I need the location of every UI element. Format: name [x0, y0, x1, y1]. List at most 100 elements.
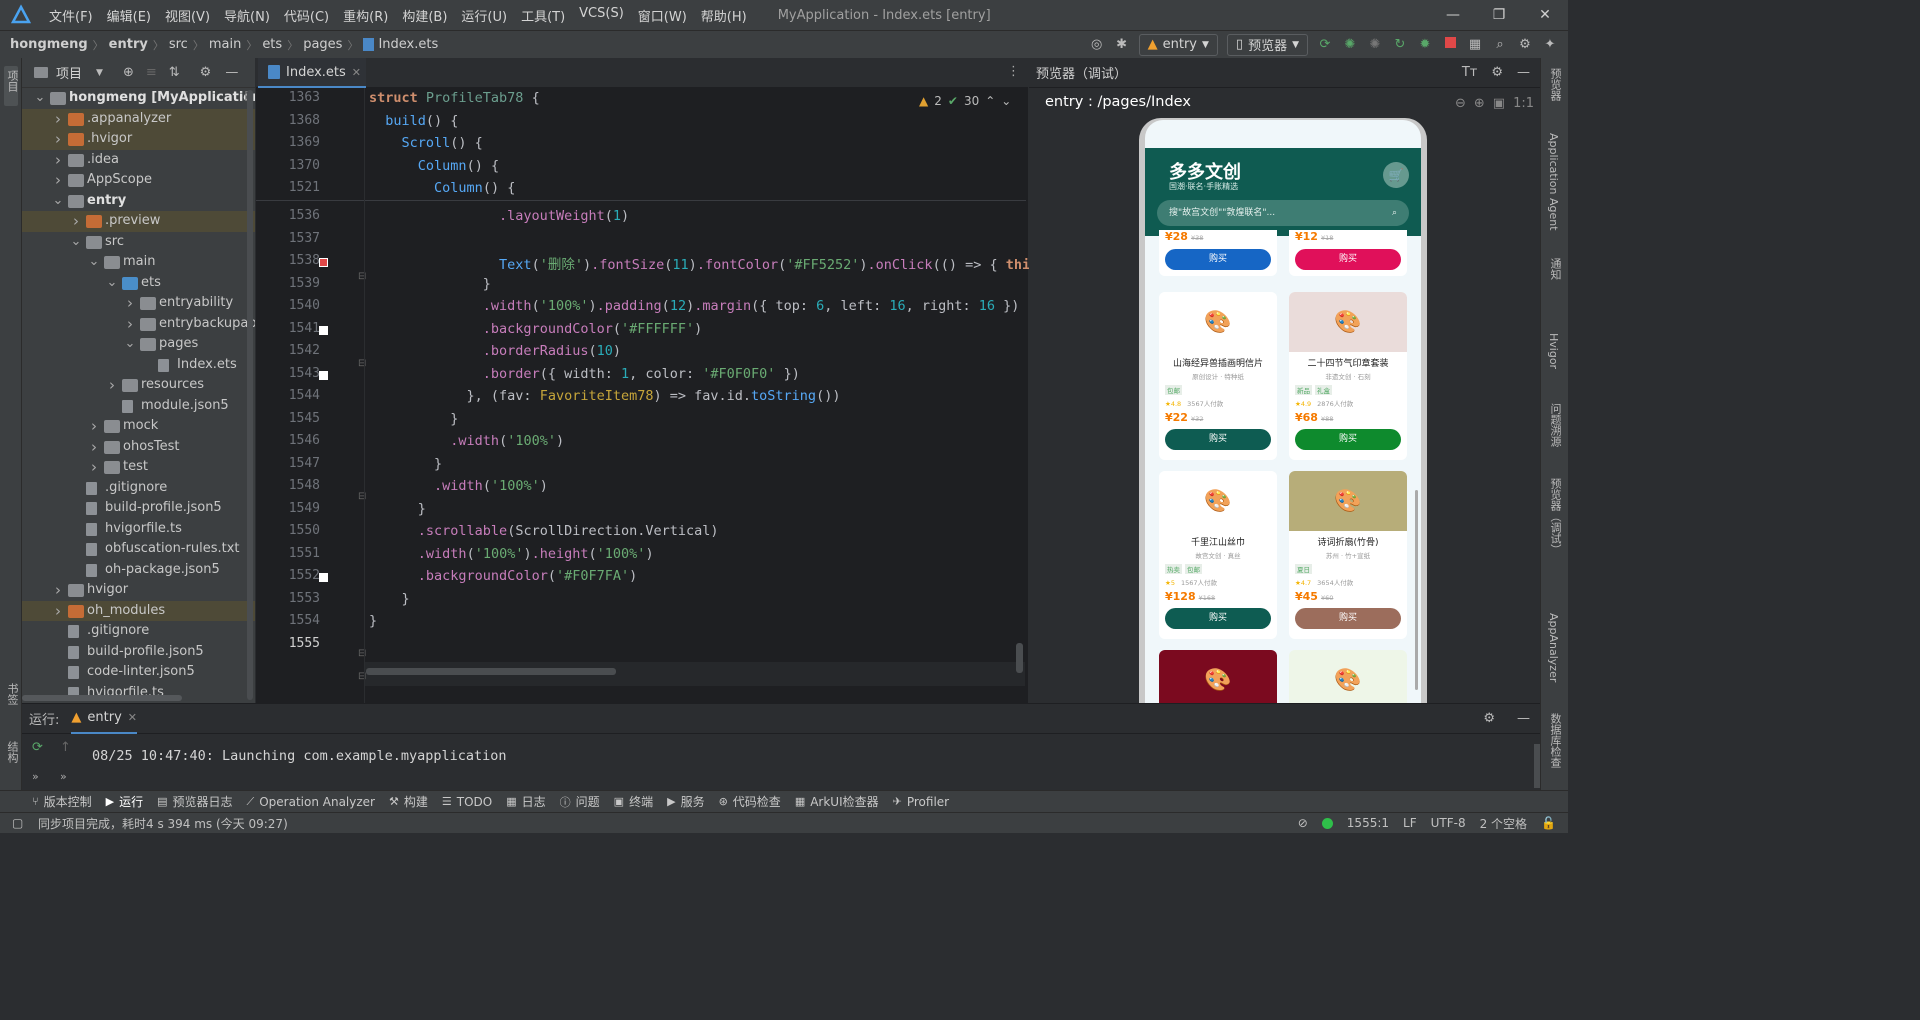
fit-screen-icon[interactable]: ▣ [1493, 96, 1505, 111]
menu-item[interactable]: 帮助(H) [694, 6, 754, 25]
profile-icon[interactable]: ✹ [1417, 37, 1433, 53]
bookmarks-tool-button[interactable]: 书签 [4, 683, 20, 705]
tree-item[interactable]: › .appanalyzer [22, 108, 255, 130]
line-separator[interactable]: LF [1403, 816, 1417, 830]
product-card[interactable]: 🎨 千里江山丝巾 故宫文创 · 真丝 热卖 包邮 ★5 1567人付款 ¥128 ¥168 购买 [1159, 471, 1277, 639]
tree-item[interactable]: › oh_modules [22, 600, 255, 621]
buy-button[interactable]: 购买 [1165, 429, 1271, 450]
menu-item[interactable]: 编辑(E) [100, 6, 158, 25]
tree-item[interactable]: › AppScope [22, 170, 255, 191]
menu-item[interactable]: 重构(R) [336, 6, 395, 25]
rerun-icon[interactable]: ⟳ [32, 740, 43, 755]
bottom-tool-button[interactable]: ▦ 日志 [506, 793, 545, 810]
bottom-tool-button[interactable]: ▤ 预览器日志 [157, 793, 232, 810]
actual-size-icon[interactable]: 1:1 [1513, 96, 1534, 111]
breadcrumb-item[interactable]: ets [262, 37, 282, 52]
tree-item[interactable]: › ohosTest [22, 437, 255, 458]
buy-button[interactable]: 购买 [1165, 608, 1271, 629]
breadcrumb-item[interactable]: entry [109, 37, 148, 52]
chevron-right-icon[interactable]: › [124, 314, 136, 335]
bottom-tool-button[interactable]: ▣ 终端 [614, 793, 653, 810]
bottom-tool-button[interactable]: ☰ TODO [442, 795, 492, 809]
tree-item[interactable]: ⌄ src [22, 232, 255, 253]
chevron-right-icon[interactable]: › [70, 211, 82, 232]
more-icon[interactable]: » [60, 770, 67, 783]
fold-icon[interactable]: ⊟ [358, 271, 366, 282]
bottom-tool-button[interactable]: ▶ 服务 [667, 793, 704, 810]
phone-screen[interactable]: 多多文创 国潮·联名·手账精选 🛒 搜"故宫文创""敦煌联名"... ⌕ ¥28… [1145, 120, 1421, 703]
chevron-right-icon[interactable]: › [124, 293, 136, 314]
settings-icon[interactable]: ⚙ [1483, 711, 1495, 726]
tree-item[interactable]: .gitignore [22, 478, 255, 499]
product-card[interactable]: 🎨 [1289, 650, 1407, 703]
tree-item[interactable]: code-linter.json5 [22, 662, 255, 683]
tree-item[interactable]: build-profile.json5 [22, 642, 255, 663]
tree-item[interactable]: ⌄ main [22, 252, 255, 273]
product-card[interactable]: 🎨 诗词折扇(竹骨) 苏州 · 竹+宣纸 夏日 ★4.7 3654人付款 ¥45 ¥60 购买 [1289, 471, 1407, 639]
bottom-tool-button[interactable]: ⑂ 版本控制 [32, 793, 92, 810]
right-tool-button[interactable]: 预览器 [1547, 68, 1563, 101]
bottom-tool-button[interactable]: ⚒ 构建 [389, 793, 428, 810]
tree-item[interactable]: › entrybackupabil [22, 314, 255, 335]
vertical-scrollbar[interactable] [1016, 643, 1023, 673]
bottom-tool-button[interactable]: ▶ 运行 [106, 793, 143, 810]
hide-icon[interactable]: — [1517, 711, 1530, 726]
zoom-in-icon[interactable]: ⊕ [1474, 96, 1485, 111]
project-structure-icon[interactable]: ▦ [1467, 37, 1483, 53]
right-tool-button[interactable]: AppAnalyzer [1547, 613, 1560, 682]
bottom-tool-button[interactable]: ▦ ArkUI检查器 [795, 793, 879, 810]
menu-item[interactable]: 工具(T) [514, 6, 572, 25]
menu-item[interactable]: 代码(C) [277, 6, 336, 25]
breadcrumb-item[interactable]: Index.ets [378, 37, 438, 52]
tree-item[interactable]: › resources [22, 375, 255, 396]
fold-icon[interactable]: ⊟ [358, 648, 366, 659]
product-card[interactable]: 🎨 [1159, 650, 1277, 703]
tree-item[interactable]: › .idea [22, 150, 255, 171]
restore-icon[interactable]: ❐ [1476, 7, 1522, 23]
tree-item[interactable]: ⌄hongmeng [MyApplication]D: [22, 88, 255, 109]
tree-item[interactable]: ⌄ entry [22, 191, 255, 212]
font-size-icon[interactable]: Tт [1462, 65, 1478, 80]
hide-icon[interactable]: — [225, 65, 238, 80]
chevron-right-icon[interactable]: › [52, 109, 64, 130]
chevron-down-icon[interactable]: ⌄ [124, 334, 136, 355]
settings-icon[interactable]: ⚙ [1491, 65, 1503, 80]
buy-button[interactable]: 购买 [1295, 429, 1401, 450]
minimize-icon[interactable]: — [1430, 7, 1476, 23]
project-tool-button[interactable]: 项目 [4, 70, 20, 92]
tree-item[interactable]: › test [22, 457, 255, 478]
collapse-all-icon[interactable]: ⇅ [169, 65, 180, 80]
status-toggle-icon[interactable]: ▢ [12, 816, 23, 830]
bottom-tool-button[interactable]: ⓘ 问题 [560, 793, 600, 810]
menu-item[interactable]: 构建(B) [395, 6, 454, 25]
project-panel-title[interactable]: 项目 [56, 63, 82, 82]
buy-button[interactable]: 购买 [1295, 608, 1401, 629]
fold-icon[interactable]: ⊟ [358, 491, 366, 502]
right-tool-button[interactable]: 通知 [1547, 258, 1563, 280]
fold-icon[interactable]: ⊟ [358, 358, 366, 369]
tree-item[interactable]: ⌄ pages [22, 334, 255, 355]
indent-setting[interactable]: 2 个空格 [1480, 815, 1527, 832]
tree-item[interactable]: hvigorfile.ts [22, 519, 255, 540]
breadcrumb-item[interactable]: src [169, 37, 188, 52]
right-tool-button[interactable]: Hvigor [1547, 333, 1560, 369]
settings-icon[interactable]: ⚙ [200, 65, 212, 80]
bottom-tool-button[interactable]: ⊛ 代码检查 [719, 793, 781, 810]
locate-icon[interactable]: ⊕ [123, 65, 134, 80]
tree-item[interactable]: module.json5 [22, 396, 255, 417]
tree-item[interactable]: Index.ets [22, 355, 255, 376]
breadcrumb-item[interactable]: hongmeng [10, 37, 88, 52]
bottom-tool-button[interactable]: ⟋ Operation Analyzer [247, 795, 375, 809]
tree-item[interactable]: › .hvigor [22, 129, 255, 150]
tree-item[interactable]: › mock [22, 416, 255, 437]
tree-item[interactable]: › .preview [22, 211, 255, 232]
tree-item[interactable]: oh-package.json5 [22, 560, 255, 581]
tree-item[interactable]: ⌄ ets [22, 273, 255, 294]
tab-index-ets[interactable]: Index.ets ✕ [258, 58, 366, 88]
chevron-right-icon[interactable]: › [52, 580, 64, 601]
right-tool-button[interactable]: 数据库检查 [1547, 713, 1563, 768]
right-tool-button[interactable]: 预览器（调试） [1547, 478, 1563, 555]
cart-icon[interactable]: 🛒 [1383, 162, 1409, 188]
search-input[interactable]: 搜"故宫文创""敦煌联名"... ⌕ [1157, 200, 1409, 226]
device-select[interactable]: ▯ 预览器 ▼ [1226, 33, 1308, 56]
